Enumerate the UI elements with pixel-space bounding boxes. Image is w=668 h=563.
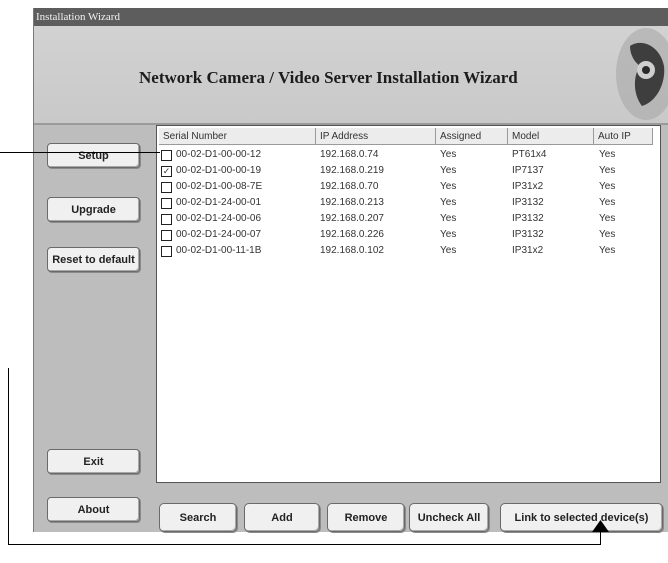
ip-address-cell: 192.168.0.70	[320, 181, 379, 192]
assigned-cell: Yes	[440, 149, 457, 160]
serial-number-cell: 00-02-D1-24-00-06	[176, 213, 262, 224]
device-list[interactable]: Serial Number IP Address Assigned Model …	[156, 125, 661, 483]
column-header-assigned[interactable]: Assigned	[436, 128, 508, 145]
model-cell: IP31x2	[512, 181, 544, 192]
serial-number-cell: 00-02-D1-00-00-19	[176, 165, 262, 176]
auto-ip-cell: Yes	[599, 245, 616, 256]
table-row[interactable]: 00-02-D1-00-08-7E 192.168.0.70 Yes IP31x…	[157, 179, 660, 195]
callout-arrow-stem	[600, 530, 601, 545]
table-row[interactable]: 00-02-D1-24-00-06 192.168.0.207 Yes IP31…	[157, 211, 660, 227]
serial-number-cell: 00-02-D1-24-00-07	[176, 229, 262, 240]
auto-ip-cell: Yes	[599, 197, 616, 208]
assigned-cell: Yes	[440, 213, 457, 224]
callout-line-checkbox	[0, 152, 160, 153]
ip-address-cell: 192.168.0.207	[320, 213, 384, 224]
assigned-cell: Yes	[440, 181, 457, 192]
assigned-cell: Yes	[440, 197, 457, 208]
ip-address-cell: 192.168.0.219	[320, 165, 384, 176]
table-row[interactable]: 00-02-D1-00-00-12 192.168.0.74 Yes PT61x…	[157, 147, 660, 163]
camera-icon	[616, 28, 668, 120]
search-button[interactable]: Search	[159, 503, 237, 532]
reset-to-default-button[interactable]: Reset to default	[47, 247, 140, 272]
table-row[interactable]: 00-02-D1-24-00-07 192.168.0.226 Yes IP31…	[157, 227, 660, 243]
auto-ip-cell: Yes	[599, 149, 616, 160]
window-title: Installation Wizard	[34, 8, 668, 26]
serial-number-cell: 00-02-D1-00-00-12	[176, 149, 262, 160]
about-button[interactable]: About	[47, 497, 140, 522]
row-checkbox[interactable]	[161, 246, 172, 257]
column-header-serial-number[interactable]: Serial Number	[159, 128, 316, 145]
remove-button[interactable]: Remove	[327, 503, 405, 532]
model-cell: PT61x4	[512, 149, 547, 160]
installation-wizard-window: Installation Wizard Network Camera / Vid…	[33, 8, 668, 532]
column-header-model[interactable]: Model	[508, 128, 594, 145]
row-checkbox[interactable]	[161, 150, 172, 161]
main-area: Serial Number IP Address Assigned Model …	[156, 125, 668, 532]
serial-number-cell: 00-02-D1-24-00-01	[176, 197, 262, 208]
model-cell: IP3132	[512, 197, 544, 208]
row-checkbox[interactable]	[161, 198, 172, 209]
setup-button[interactable]: Setup	[47, 143, 140, 168]
banner-title: Network Camera / Video Server Installati…	[139, 68, 518, 87]
upgrade-button[interactable]: Upgrade	[47, 197, 140, 222]
assigned-cell: Yes	[440, 229, 457, 240]
model-cell: IP7137	[512, 165, 544, 176]
table-row[interactable]: 00-02-D1-24-00-01 192.168.0.213 Yes IP31…	[157, 195, 660, 211]
ip-address-cell: 192.168.0.226	[320, 229, 384, 240]
auto-ip-cell: Yes	[599, 165, 616, 176]
row-checkbox[interactable]	[161, 214, 172, 225]
column-header-auto-ip[interactable]: Auto IP	[594, 128, 653, 145]
callout-line-horizontal	[8, 544, 601, 545]
arrow-up-icon	[592, 520, 609, 532]
table-row[interactable]: ✓ 00-02-D1-00-00-19 192.168.0.219 Yes IP…	[157, 163, 660, 179]
ip-address-cell: 192.168.0.102	[320, 245, 384, 256]
serial-number-cell: 00-02-D1-00-08-7E	[176, 181, 263, 192]
model-cell: IP3132	[512, 229, 544, 240]
serial-number-cell: 00-02-D1-00-11-1B	[176, 245, 262, 256]
checkmark-icon: ✓	[162, 166, 171, 176]
model-cell: IP31x2	[512, 245, 544, 256]
link-to-selected-devices-button[interactable]: Link to selected device(s)	[500, 503, 663, 532]
auto-ip-cell: Yes	[599, 229, 616, 240]
sidebar: Setup Upgrade Reset to default Exit Abou…	[34, 125, 156, 532]
banner: Network Camera / Video Server Installati…	[34, 26, 668, 125]
table-row[interactable]: 00-02-D1-00-11-1B 192.168.0.102 Yes IP31…	[157, 243, 660, 259]
row-checkbox[interactable]	[161, 230, 172, 241]
row-checkbox[interactable]	[161, 182, 172, 193]
add-button[interactable]: Add	[244, 503, 320, 532]
auto-ip-cell: Yes	[599, 213, 616, 224]
uncheck-all-button[interactable]: Uncheck All	[409, 503, 489, 532]
assigned-cell: Yes	[440, 165, 457, 176]
callout-line-vertical	[8, 368, 9, 545]
exit-button[interactable]: Exit	[47, 449, 140, 474]
auto-ip-cell: Yes	[599, 181, 616, 192]
row-checkbox[interactable]: ✓	[161, 166, 172, 177]
assigned-cell: Yes	[440, 245, 457, 256]
ip-address-cell: 192.168.0.74	[320, 149, 379, 160]
column-header-ip-address[interactable]: IP Address	[316, 128, 436, 145]
ip-address-cell: 192.168.0.213	[320, 197, 384, 208]
model-cell: IP3132	[512, 213, 544, 224]
